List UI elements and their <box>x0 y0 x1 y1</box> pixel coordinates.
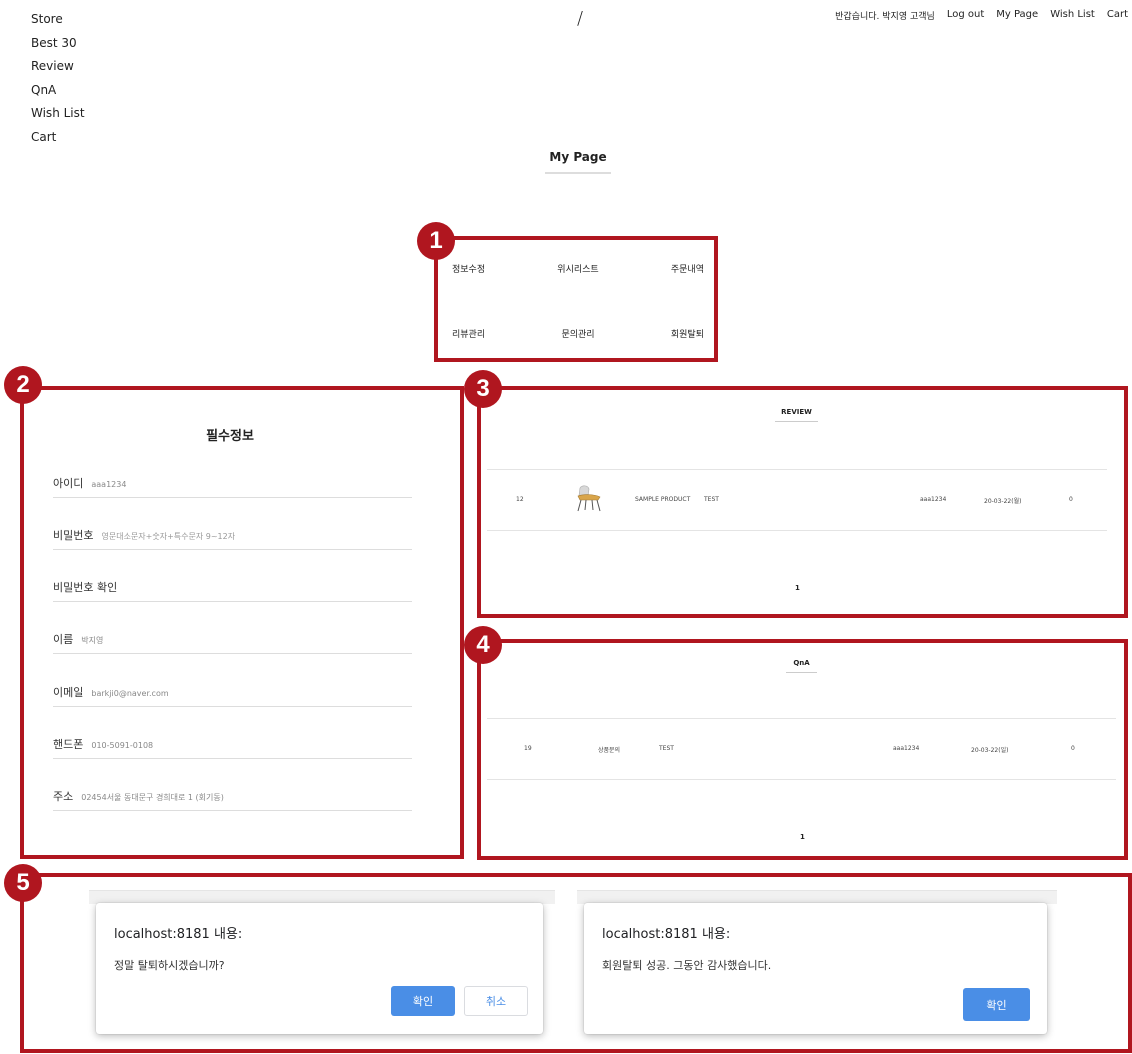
review-table-top-line <box>487 469 1107 470</box>
field-password-placeholder: 영문대소문자+숫자+특수문자 9~12자 <box>101 532 236 541</box>
field-phone[interactable]: 핸드폰 010-5091-0108 <box>53 736 412 759</box>
menu-inquiries[interactable]: 문의관리 <box>561 327 594 340</box>
menu-withdraw[interactable]: 회원탈퇴 <box>671 327 704 340</box>
nav-item-best30[interactable]: Best 30 <box>31 32 85 56</box>
review-row-writer: aaa1234 <box>920 496 947 503</box>
review-row-no: 12 <box>516 496 524 503</box>
qna-row-writer: aaa1234 <box>893 745 920 752</box>
greeting-text: 반갑습니다. 박지영 고객님 <box>835 12 935 22</box>
qna-row-no: 19 <box>524 745 532 752</box>
cart-link[interactable]: Cart <box>1107 9 1128 22</box>
field-id-label: 아이디 <box>53 477 84 490</box>
alert-dialog: localhost:8181 내용: 회원탈퇴 성공. 그동안 감사했습니다. … <box>584 903 1047 1034</box>
annotation-badge-3: 3 <box>464 370 502 408</box>
qna-row-category: 상품문의 <box>598 747 621 754</box>
menu-orders[interactable]: 주문내역 <box>671 262 704 275</box>
field-email-value: barkji0@naver.com <box>91 689 169 698</box>
nav-item-cart[interactable]: Cart <box>31 126 85 150</box>
annotation-badge-2: 2 <box>4 366 42 404</box>
field-address-value: 02454서울 동대문구 경희대로 1 (회기동) <box>81 793 224 802</box>
menu-reviews[interactable]: 리뷰관리 <box>452 327 485 340</box>
mypage-menu: 정보수정 위시리스트 주문내역 리뷰관리 문의관리 회원탈퇴 <box>448 262 708 340</box>
field-email[interactable]: 이메일 barkji0@naver.com <box>53 684 412 707</box>
review-table-bottom-line <box>487 530 1107 531</box>
wishlist-link[interactable]: Wish List <box>1050 9 1095 22</box>
field-phone-label: 핸드폰 <box>53 738 84 751</box>
confirm-cancel-button[interactable]: 취소 <box>464 986 528 1016</box>
annotation-badge-5: 5 <box>4 864 42 902</box>
qna-row-subject[interactable]: TEST <box>659 745 674 752</box>
field-id-value: aaa1234 <box>91 480 127 489</box>
alert-dialog-title: localhost:8181 내용: <box>602 927 731 942</box>
field-password[interactable]: 비밀번호 영문대소문자+숫자+특수문자 9~12자 <box>53 527 412 550</box>
alert-ok-button[interactable]: 확인 <box>963 988 1030 1021</box>
qna-page-number[interactable]: 1 <box>800 833 805 841</box>
annotation-badge-4: 4 <box>464 626 502 664</box>
site-logo[interactable]: / <box>577 8 583 29</box>
alert-dialog-message: 회원탈퇴 성공. 그동안 감사했습니다. <box>602 959 772 972</box>
qna-title: QnA <box>786 659 817 673</box>
top-right-links: 반갑습니다. 박지영 고객님 Log out My Page Wish List… <box>835 9 1128 22</box>
confirm-dialog-message: 정말 탈퇴하시겠습니까? <box>114 959 225 972</box>
field-phone-value: 010-5091-0108 <box>91 741 154 750</box>
menu-edit-info[interactable]: 정보수정 <box>452 262 485 275</box>
field-id[interactable]: 아이디 aaa1234 <box>53 475 412 498</box>
review-row-hits: 0 <box>1069 496 1073 503</box>
qna-row-date: 20-03-22(일) <box>971 747 1009 754</box>
field-address[interactable]: 주소 02454서울 동대문구 경희대로 1 (회기동) <box>53 788 412 811</box>
review-title: REVIEW <box>775 408 818 422</box>
browser-strip-left <box>89 890 555 904</box>
review-row-product: SAMPLE PRODUCT <box>635 496 691 503</box>
logout-link[interactable]: Log out <box>947 9 984 22</box>
field-name[interactable]: 이름 박지영 <box>53 631 412 654</box>
nav-item-review[interactable]: Review <box>31 55 85 79</box>
menu-wishlist[interactable]: 위시리스트 <box>557 262 598 275</box>
qna-table-top-line <box>487 718 1116 719</box>
chair-thumbnail-icon[interactable] <box>574 484 604 516</box>
left-nav: Store Best 30 Review QnA Wish List Cart <box>31 8 85 149</box>
nav-item-store[interactable]: Store <box>31 8 85 32</box>
qna-row-hits: 0 <box>1071 745 1075 752</box>
review-row-date: 20-03-22(월) <box>984 498 1022 505</box>
confirm-dialog: localhost:8181 내용: 정말 탈퇴하시겠습니까? 확인 취소 <box>96 903 543 1034</box>
field-name-label: 이름 <box>53 633 74 646</box>
review-row-subject[interactable]: TEST <box>704 496 719 503</box>
nav-item-wishlist[interactable]: Wish List <box>31 102 85 126</box>
review-page-number[interactable]: 1 <box>795 584 800 592</box>
qna-table-bottom-line <box>487 779 1116 780</box>
browser-strip-right <box>577 890 1057 904</box>
field-email-label: 이메일 <box>53 686 84 699</box>
annotation-badge-1: 1 <box>417 222 455 260</box>
nav-item-qna[interactable]: QnA <box>31 79 85 103</box>
page-title: My Page <box>545 150 611 174</box>
field-name-value: 박지영 <box>81 636 104 645</box>
field-password-confirm-label: 비밀번호 확인 <box>53 581 118 594</box>
required-info-title: 필수정보 <box>206 429 254 444</box>
mypage-link[interactable]: My Page <box>996 9 1038 22</box>
confirm-dialog-title: localhost:8181 내용: <box>114 927 243 942</box>
field-password-label: 비밀번호 <box>53 529 94 542</box>
confirm-ok-button[interactable]: 확인 <box>391 986 455 1016</box>
field-password-confirm[interactable]: 비밀번호 확인 <box>53 579 412 602</box>
field-address-label: 주소 <box>53 790 74 803</box>
